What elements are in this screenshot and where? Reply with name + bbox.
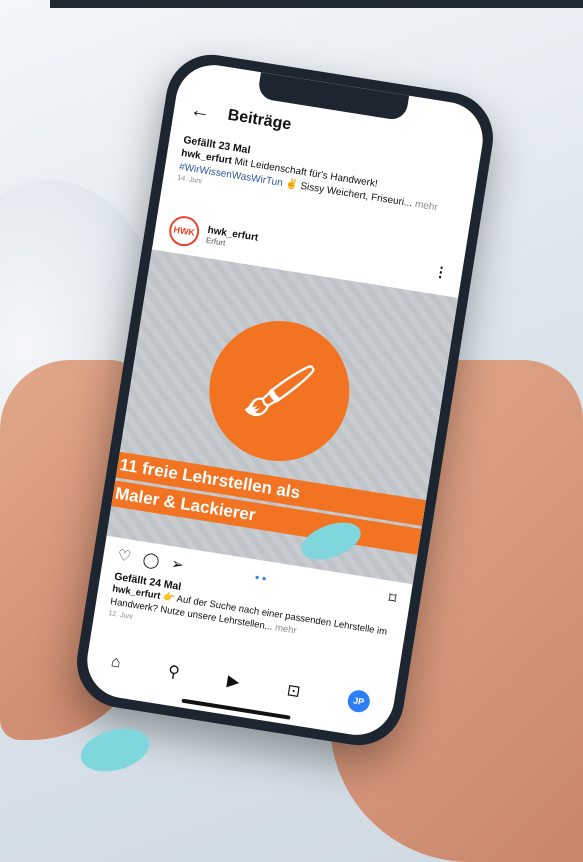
heart-icon[interactable]: ♡ [116, 546, 132, 566]
avatar[interactable]: HWK [167, 213, 202, 249]
carousel-dots: ● ● [254, 572, 268, 583]
paint-roller-icon: 🖌 [237, 352, 321, 429]
search-icon[interactable]: ⚲ [167, 661, 182, 683]
top-dark-bar [50, 0, 583, 8]
more-link[interactable]: mehr [414, 199, 438, 213]
more-link-2[interactable]: mehr [274, 622, 297, 636]
reels-icon[interactable]: ▶ [226, 671, 241, 693]
photo-scene: ← Beiträge Gefällt 23 Mal hwk_erfurt Mit… [0, 0, 583, 862]
profile-avatar[interactable]: JP [346, 688, 372, 714]
home-icon[interactable]: ⌂ [110, 653, 122, 672]
page-title: Beiträge [226, 106, 293, 134]
comment-icon[interactable]: ◯ [141, 550, 160, 570]
orange-circle: 🖌 [199, 310, 360, 472]
more-options-icon[interactable]: ⋮ [433, 262, 449, 281]
back-arrow-icon[interactable]: ← [188, 98, 212, 124]
bookmark-icon[interactable]: ⌑ [387, 589, 397, 608]
shop-icon[interactable]: ⊡ [285, 680, 302, 702]
share-icon[interactable]: ➢ [170, 554, 185, 574]
finger-nail [76, 721, 154, 779]
post-image[interactable]: 🖌 11 freie Lehrstellen als Maler & Lacki… [106, 249, 459, 585]
